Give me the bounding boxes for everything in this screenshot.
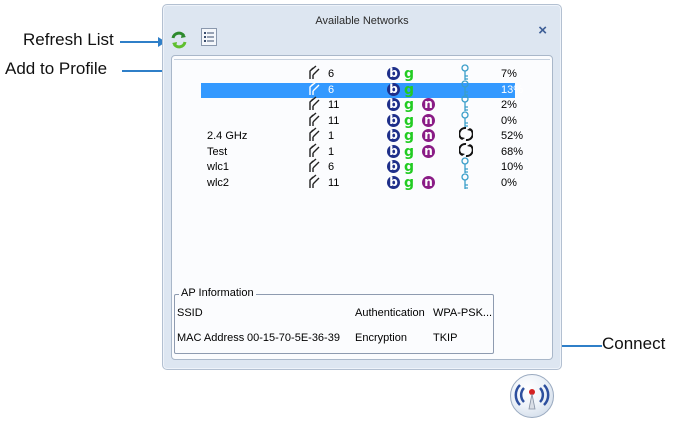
signal-percent: 68%	[501, 145, 524, 158]
ap-information-legend: AP Information	[179, 287, 256, 299]
mode-b-icon: b	[387, 144, 400, 158]
network-channel: 6	[328, 161, 335, 173]
refresh-list-callout: Refresh List	[23, 30, 114, 49]
mode-g-icon: g	[404, 174, 415, 191]
mac-address-label: MAC Address	[177, 332, 245, 344]
network-channel: 11	[328, 114, 340, 127]
authentication-value: WPA-PSK...	[433, 307, 493, 319]
mode-b-icon: b	[387, 175, 400, 189]
mode-g-icon: g	[404, 112, 415, 129]
connect-button[interactable]	[510, 374, 554, 418]
mode-g-icon: g	[404, 66, 415, 82]
network-list-panel: 6 b g 7% 6 b g 13% 11 b g n 2% 11 b g n 0% 2.4 GHz 1 b g n 52% T…	[171, 55, 554, 418]
mode-n-icon: n	[422, 175, 435, 189]
add-to-profile-button[interactable]	[201, 28, 217, 46]
wireless-antenna-icon	[514, 384, 550, 410]
signal-percent: 10%	[501, 161, 524, 173]
ap-information-group: AP Information SSID Authentication WPA-P…	[174, 287, 494, 354]
available-networks-dialog: Available Networks × 6 b g 7% 6 b g 13% 11 b g n 2% 1…	[162, 4, 562, 418]
signal-percent: 0%	[501, 114, 517, 127]
mode-g-icon: g	[404, 81, 415, 98]
mac-address-value: 00-15-70-5E-36-39	[247, 332, 340, 344]
signal-percent: 13%	[501, 83, 524, 96]
signal-strength-icon	[307, 173, 323, 193]
mode-g-icon: g	[404, 97, 415, 113]
dialog-title: Available Networks	[315, 15, 409, 27]
authentication-label: Authentication	[355, 307, 425, 319]
ssid-label: SSID	[177, 307, 203, 319]
connect-callout: Connect	[602, 334, 666, 353]
signal-percent: 7%	[501, 68, 517, 80]
encryption-value: TKIP	[433, 332, 458, 344]
network-row[interactable]: wlc2 11 b g n 0%	[201, 172, 517, 194]
network-channel: 1	[328, 130, 335, 142]
signal-percent: 2%	[501, 99, 517, 111]
mode-n-icon: n	[422, 144, 435, 158]
mode-n-icon: n	[422, 129, 435, 142]
profile-list-icon	[204, 32, 214, 42]
encryption-label: Encryption	[355, 332, 407, 344]
mode-b-icon: b	[387, 129, 400, 142]
refresh-list-button[interactable]	[169, 30, 189, 50]
mode-g-icon: g	[404, 143, 415, 160]
signal-percent: 0%	[501, 176, 517, 189]
mode-n-icon: n	[422, 98, 435, 111]
network-ssid: Test	[207, 145, 228, 158]
network-ssid: wlc2	[207, 176, 230, 189]
key-icon	[459, 172, 471, 194]
mode-b-icon: b	[387, 82, 400, 96]
mode-b-icon: b	[387, 160, 400, 173]
refresh-leader-line	[120, 41, 160, 43]
network-channel: 6	[328, 68, 335, 80]
mode-g-icon: g	[404, 128, 415, 144]
mode-b-icon: b	[387, 98, 400, 111]
add-to-profile-callout: Add to Profile	[5, 59, 108, 78]
mode-g-icon: g	[404, 159, 415, 175]
network-channel: 1	[328, 145, 335, 158]
network-ssid: wlc1	[207, 161, 230, 173]
mode-b-icon: b	[387, 67, 400, 80]
network-channel: 6	[328, 83, 335, 96]
list-divider	[174, 59, 550, 60]
network-channel: 11	[328, 99, 340, 111]
signal-percent: 52%	[501, 130, 524, 142]
close-button[interactable]: ×	[538, 22, 547, 39]
network-channel: 11	[328, 176, 340, 189]
mode-n-icon: n	[422, 113, 435, 127]
refresh-icon	[171, 31, 187, 49]
mode-b-icon: b	[387, 113, 400, 127]
network-ssid: 2.4 GHz	[207, 130, 248, 142]
